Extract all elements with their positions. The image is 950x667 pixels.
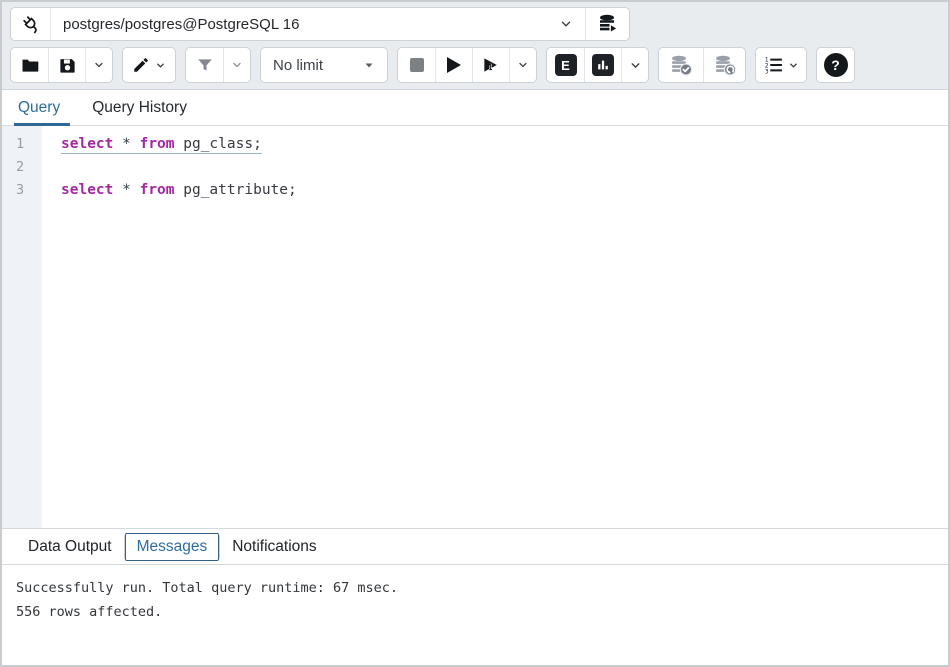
connection-status-button[interactable] — [11, 8, 51, 40]
save-icon — [58, 56, 77, 75]
save-button[interactable] — [48, 48, 85, 82]
edit-menu-button[interactable] — [123, 48, 175, 82]
chevron-down-icon — [155, 60, 166, 71]
execute-button[interactable] — [435, 48, 472, 82]
help-icon: ? — [824, 53, 848, 77]
tab-query-history[interactable]: Query History — [90, 90, 189, 125]
execute-options-dropdown[interactable] — [509, 48, 536, 82]
line-number[interactable]: 2 — [2, 156, 42, 179]
row-limit-select[interactable]: No limit — [261, 48, 387, 82]
editor-line[interactable]: 3select * from pg_attribute; — [2, 179, 948, 202]
query-tabbar: Query Query History — [2, 90, 948, 126]
filter-group — [185, 47, 251, 83]
commit-button[interactable] — [659, 48, 703, 82]
explain-button[interactable]: E — [547, 48, 584, 82]
tab-notifications[interactable]: Notifications — [220, 533, 328, 561]
macros-list-icon: 1 2 3 — [764, 55, 784, 75]
chevron-down-icon — [559, 17, 573, 31]
output-tabbar: Data Output Messages Notifications — [2, 528, 948, 565]
chevron-down-icon — [93, 59, 105, 71]
tab-data-output[interactable]: Data Output — [16, 533, 124, 561]
toolbar: No limit — [10, 47, 940, 83]
connection-select-value: postgres/postgres@PostgreSQL 16 — [63, 16, 299, 33]
stop-button[interactable] — [398, 48, 435, 82]
filter-icon — [196, 56, 214, 74]
execute-from-cursor-icon — [481, 55, 501, 75]
macros-button[interactable]: 1 2 3 — [756, 48, 806, 82]
line-number[interactable]: 1 — [2, 133, 42, 156]
explain-icon: E — [555, 54, 577, 76]
transaction-group — [658, 47, 746, 83]
code-line[interactable]: select * from pg_class; — [42, 133, 262, 156]
filter-button[interactable] — [186, 48, 223, 82]
editor-line[interactable]: 2 — [2, 156, 948, 179]
query-tool-window: postgres/postgres@PostgreSQL 16 — [0, 0, 950, 667]
code-line[interactable]: select * from pg_attribute; — [42, 179, 297, 202]
stop-icon — [410, 58, 424, 72]
help-button[interactable]: ? — [817, 48, 854, 82]
execute-group — [397, 47, 537, 83]
filter-options-dropdown[interactable] — [223, 48, 250, 82]
limit-group: No limit — [260, 47, 388, 83]
tab-data-output-label: Data Output — [28, 538, 112, 555]
sql-editor[interactable]: 1select * from pg_class;23select * from … — [2, 126, 948, 528]
connection-group: postgres/postgres@PostgreSQL 16 — [10, 7, 630, 41]
code-line[interactable] — [42, 156, 61, 179]
tab-notifications-label: Notifications — [232, 538, 316, 555]
help-group: ? — [816, 47, 855, 83]
macros-group: 1 2 3 — [755, 47, 807, 83]
tab-query-history-label: Query History — [92, 99, 187, 117]
commit-icon — [669, 54, 693, 76]
rollback-icon — [713, 54, 737, 76]
database-new-icon — [597, 13, 619, 35]
message-line: 556 rows affected. — [16, 600, 934, 624]
plug-icon — [20, 13, 42, 35]
rollback-button[interactable] — [703, 48, 745, 82]
caret-down-icon — [363, 59, 375, 71]
tab-query-label: Query — [18, 99, 60, 117]
edit-pencil-icon — [132, 56, 150, 74]
open-file-icon — [20, 55, 40, 75]
tab-query[interactable]: Query — [16, 90, 62, 125]
svg-text:3: 3 — [764, 69, 768, 75]
new-connection-button[interactable] — [585, 8, 629, 40]
save-options-dropdown[interactable] — [85, 48, 112, 82]
messages-panel: Successfully run. Total query runtime: 6… — [2, 565, 948, 665]
connection-select[interactable]: postgres/postgres@PostgreSQL 16 — [51, 8, 585, 40]
open-file-button[interactable] — [11, 48, 48, 82]
explain-analyze-button[interactable] — [584, 48, 621, 82]
explain-options-dropdown[interactable] — [621, 48, 648, 82]
chevron-down-icon — [788, 60, 799, 71]
connection-bar: postgres/postgres@PostgreSQL 16 — [10, 7, 940, 41]
chevron-down-icon — [517, 59, 529, 71]
message-line: Successfully run. Total query runtime: 6… — [16, 576, 934, 600]
chevron-down-icon — [629, 59, 642, 72]
edit-group — [122, 47, 176, 83]
header: postgres/postgres@PostgreSQL 16 — [2, 2, 948, 90]
editor-line[interactable]: 1select * from pg_class; — [2, 133, 948, 156]
tab-messages[interactable]: Messages — [125, 533, 220, 561]
chevron-down-icon — [231, 59, 243, 71]
execute-icon — [447, 57, 461, 73]
explain-group: E — [546, 47, 649, 83]
file-group — [10, 47, 113, 83]
editor-lines: 1select * from pg_class;23select * from … — [2, 133, 948, 202]
explain-analyze-icon — [592, 54, 614, 76]
tab-messages-label: Messages — [137, 538, 208, 555]
execute-from-cursor-button[interactable] — [472, 48, 509, 82]
row-limit-value: No limit — [273, 57, 323, 74]
line-number[interactable]: 3 — [2, 179, 42, 202]
